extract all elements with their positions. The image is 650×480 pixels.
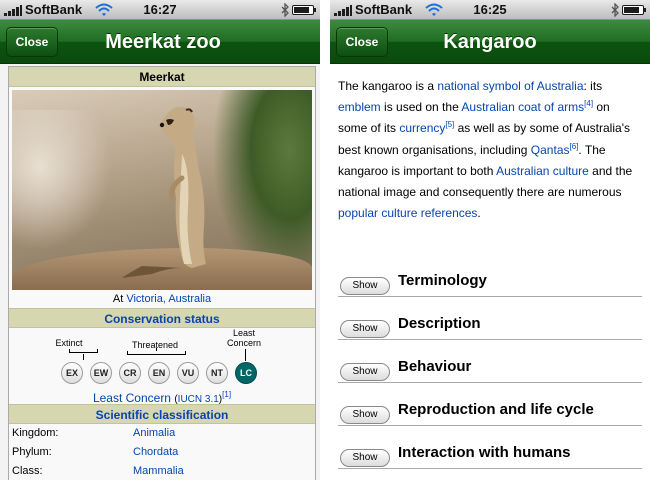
close-button[interactable]: Close [336,27,388,57]
table-row: Class: Mammalia [9,462,315,480]
status-lc[interactable]: LC [235,362,257,384]
kingdom-value[interactable]: Animalia [133,424,175,443]
iucn-link[interactable]: IUCN 3.1 [178,394,219,405]
status-bar: SoftBank 16:27 [0,0,320,20]
national-symbol-link[interactable]: national symbol of Australia [437,79,583,93]
clock: 16:25 [473,2,507,17]
currency-link[interactable]: currency [399,121,445,135]
infobox: Meerkat At Victoria, Australia Conservat… [8,66,316,480]
section-title: Reproduction and life cycle [398,401,594,418]
article-body: The kangaroo is a national symbol of Aus… [330,64,650,480]
status-ew[interactable]: EW [90,362,112,384]
screen-divider [320,0,330,480]
qantas-link[interactable]: Qantas [531,143,570,157]
conservation-scale: Extinct Threatened Least Concern EX EW C… [9,328,315,407]
close-button[interactable]: Close [6,27,58,57]
meerkat-screen: SoftBank 16:27 Close Meerkat zoo Meerkat [0,0,320,480]
phylum-key: Phylum: [12,446,52,458]
status-vu[interactable]: VU [177,362,199,384]
extinct-label: Extinct [55,338,83,348]
content-area: Meerkat At Victoria, Australia Conservat… [0,64,320,480]
status-bar: SoftBank 16:25 [330,0,650,20]
meerkat-figure [122,107,206,278]
iucn-text: (IUCN 3.1) [174,394,223,405]
threatened-bracket [127,351,186,355]
page-title: Meerkat zoo [105,31,221,53]
section-terminology: Show Terminology [338,267,642,297]
page-title: Kangaroo [443,31,537,53]
least-concern-link[interactable]: Least Concern [93,391,171,405]
emblem-link[interactable]: emblem [338,100,381,114]
show-button[interactable]: Show [340,320,390,338]
iucn-ref[interactable]: [1] [222,390,231,399]
show-button[interactable]: Show [340,406,390,424]
show-button[interactable]: Show [340,363,390,381]
bluetooth-icon [611,3,619,17]
battery-icon [292,5,316,15]
section-behaviour: Show Behaviour [338,353,642,383]
navigation-bar: Close Meerkat zoo [0,20,320,64]
australian-culture-link[interactable]: Australian culture [496,164,589,178]
kangaroo-screen: SoftBank 16:25 Close Kangaroo The kangar… [330,0,650,480]
clock: 16:27 [143,2,177,17]
section-title: Description [398,315,481,332]
status-nt[interactable]: NT [206,362,228,384]
show-button[interactable]: Show [340,449,390,467]
extinct-bracket [69,349,98,353]
section-reproduction: Show Reproduction and life cycle [338,396,642,426]
caption-prefix: At [112,293,124,305]
section-description: Show Description [338,310,642,340]
conservation-status-header[interactable]: Conservation status [9,308,315,328]
battery-icon [622,5,646,15]
navigation-bar: Close Kangaroo [330,20,650,64]
least-concern-label: Least Concern [226,328,262,348]
section-title: Behaviour [398,358,472,375]
kingdom-key: Kingdom: [12,427,59,439]
intro-paragraph: The kangaroo is a national symbol of Aus… [338,79,633,221]
class-value[interactable]: Mammalia [133,462,184,480]
section-title: Interaction with humans [398,444,571,461]
photo-caption: At Victoria, Australia [9,290,315,308]
bluetooth-icon [281,3,289,17]
classification-table: Kingdom: Animalia Phylum: Chordata Class… [9,424,315,480]
least-concern-line: Least Concern (IUCN 3.1)[1] [9,388,315,407]
ref-5[interactable]: [5] [445,120,454,129]
popular-culture-link[interactable]: popular culture references [338,206,477,220]
class-key: Class: [12,465,43,477]
threatened-label: Threatened [131,340,179,350]
ref-4[interactable]: [4] [584,99,593,108]
caption-location-link[interactable]: Victoria, Australia [126,293,211,305]
meerkat-photo[interactable] [12,90,312,290]
status-cr[interactable]: CR [119,362,141,384]
status-en[interactable]: EN [148,362,170,384]
table-row: Phylum: Chordata [9,443,315,462]
show-button[interactable]: Show [340,277,390,295]
infobox-title: Meerkat [9,67,315,87]
coat-of-arms-link[interactable]: Australian coat of arms [461,100,584,114]
status-ex[interactable]: EX [61,362,83,384]
table-row: Kingdom: Animalia [9,424,315,443]
scientific-classification-header[interactable]: Scientific classification [9,404,315,424]
section-interaction: Show Interaction with humans [338,439,642,469]
phylum-value[interactable]: Chordata [133,443,178,462]
section-title: Terminology [398,272,487,289]
